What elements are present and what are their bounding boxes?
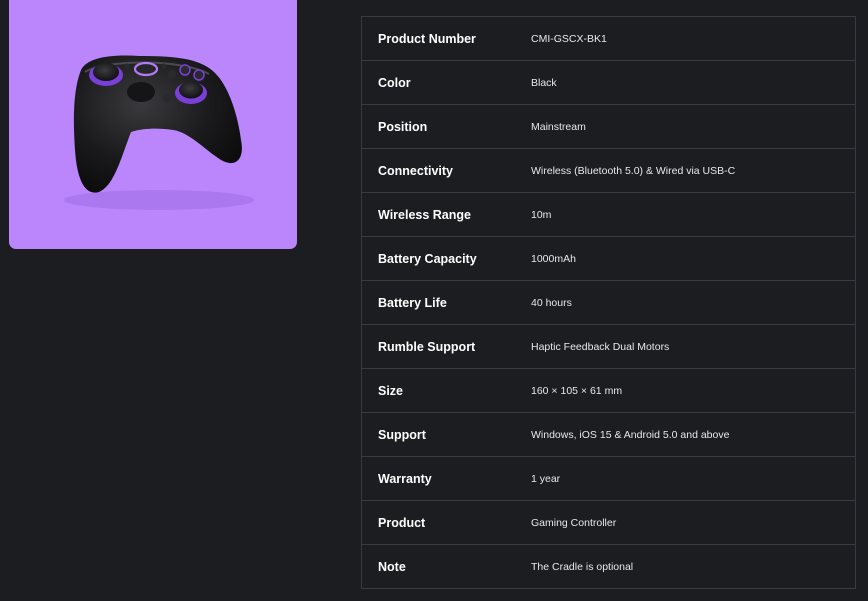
spec-label: Wireless Range <box>361 192 531 237</box>
table-row: Size 160 × 105 × 61 mm <box>361 368 856 413</box>
table-row: Warranty 1 year <box>361 456 856 501</box>
table-row: Product Number CMI-GSCX-BK1 <box>361 16 856 61</box>
table-row: Rumble Support Haptic Feedback Dual Moto… <box>361 324 856 369</box>
table-row: Battery Life 40 hours <box>361 280 856 325</box>
table-row: Wireless Range 10m <box>361 192 856 237</box>
table-row: Connectivity Wireless (Bluetooth 5.0) & … <box>361 148 856 193</box>
gamepad-icon <box>64 55 254 210</box>
table-row: Product Gaming Controller <box>361 500 856 545</box>
spec-value: Windows, iOS 15 & Android 5.0 and above <box>531 412 856 457</box>
spec-value: 1 year <box>531 456 856 501</box>
spec-label: Battery Capacity <box>361 236 531 281</box>
product-spec-page: Product Number CMI-GSCX-BK1 Color Black … <box>0 0 868 601</box>
spec-value: 160 × 105 × 61 mm <box>531 368 856 413</box>
spec-value: Gaming Controller <box>531 500 856 545</box>
spec-label: Color <box>361 60 531 105</box>
spec-value: Mainstream <box>531 104 856 149</box>
spec-label: Product <box>361 500 531 545</box>
spec-label: Warranty <box>361 456 531 501</box>
spec-label: Size <box>361 368 531 413</box>
spec-table: Product Number CMI-GSCX-BK1 Color Black … <box>361 16 856 589</box>
spec-label: Battery Life <box>361 280 531 325</box>
spec-label: Support <box>361 412 531 457</box>
spec-label: Note <box>361 544 531 589</box>
spec-label: Position <box>361 104 531 149</box>
spec-value: 40 hours <box>531 280 856 325</box>
spec-value: The Cradle is optional <box>531 544 856 589</box>
spec-label: Product Number <box>361 16 531 61</box>
spec-label: Rumble Support <box>361 324 531 369</box>
spec-value: 10m <box>531 192 856 237</box>
table-row: Color Black <box>361 60 856 105</box>
spec-value: Wireless (Bluetooth 5.0) & Wired via USB… <box>531 148 856 193</box>
product-image[interactable] <box>9 0 297 249</box>
table-row: Support Windows, iOS 15 & Android 5.0 an… <box>361 412 856 457</box>
table-row: Position Mainstream <box>361 104 856 149</box>
spec-label: Connectivity <box>361 148 531 193</box>
spec-value: Haptic Feedback Dual Motors <box>531 324 856 369</box>
table-row: Battery Capacity 1000mAh <box>361 236 856 281</box>
spec-value: CMI-GSCX-BK1 <box>531 16 856 61</box>
spec-value: Black <box>531 60 856 105</box>
table-row: Note The Cradle is optional <box>361 544 856 589</box>
spec-value: 1000mAh <box>531 236 856 281</box>
